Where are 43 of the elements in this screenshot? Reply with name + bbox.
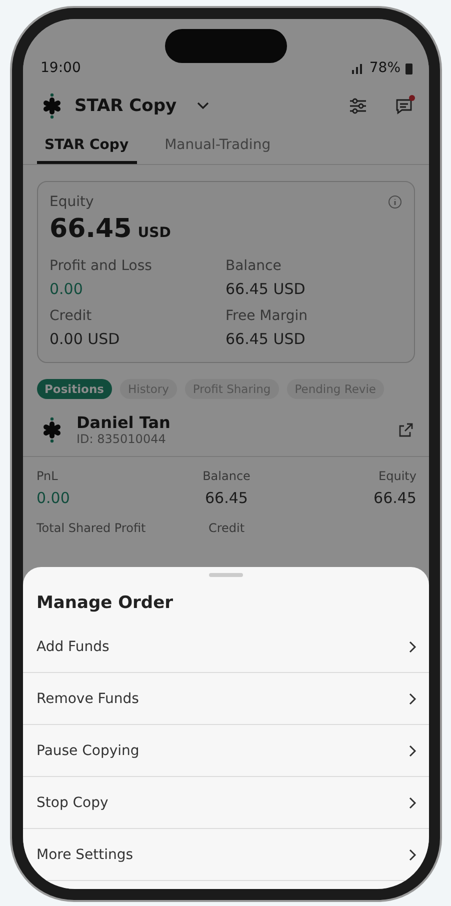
battery-icon xyxy=(404,62,412,74)
stat-label: Total Shared Profit xyxy=(36,521,146,535)
menu-item[interactable]: Remove Funds xyxy=(22,673,428,725)
sheet-handle[interactable] xyxy=(208,573,242,577)
field-value: 0.00 USD xyxy=(50,330,120,348)
chevron-right-icon xyxy=(408,692,416,704)
field-value: 66.45 USD xyxy=(226,330,306,348)
chevron-right-icon xyxy=(408,744,416,756)
chevron-right-icon xyxy=(408,640,416,652)
equity-value: 66.45 xyxy=(50,214,132,244)
stat-label: Equity xyxy=(378,469,416,483)
external-link-icon[interactable] xyxy=(398,422,412,436)
chevron-right-icon xyxy=(408,796,416,808)
menu-item[interactable]: Add Funds xyxy=(22,621,428,673)
field-value: 0.00 xyxy=(50,280,83,298)
battery-percent: 78% xyxy=(369,60,400,76)
tab[interactable]: Manual-Trading xyxy=(156,131,279,164)
field-label: Free Margin xyxy=(226,308,308,324)
stat-label: Credit xyxy=(208,521,245,535)
info-icon[interactable] xyxy=(388,195,402,209)
chevron-down-icon[interactable] xyxy=(196,102,209,110)
field-value: 66.45 USD xyxy=(226,280,306,298)
trader-id: ID: 835010044 xyxy=(76,432,167,446)
stat-value: 66.45 xyxy=(374,489,416,507)
app-title: STAR Copy xyxy=(74,96,177,116)
status-time: 19:00 xyxy=(40,60,81,76)
stat-label: PnL xyxy=(36,469,58,483)
menu-item[interactable]: Stop Copy xyxy=(22,777,428,829)
chevron-right-icon xyxy=(408,848,416,860)
menu-item[interactable]: Pause Copying xyxy=(22,725,428,777)
stat-label: Balance xyxy=(202,469,250,483)
field-label: Balance xyxy=(226,258,282,274)
field-label: Credit xyxy=(50,308,92,324)
stat-value: 0.00 xyxy=(36,489,70,507)
stat-value: 66.45 xyxy=(205,489,248,507)
filter-chip[interactable]: Positions xyxy=(36,379,112,399)
sheet-title: Manage Order xyxy=(36,592,174,615)
trader-name: Daniel Tan xyxy=(76,413,170,432)
tab[interactable]: STAR Copy xyxy=(36,131,137,164)
menu-item[interactable]: More Settings xyxy=(22,829,428,881)
field-label: Profit and Loss xyxy=(50,258,152,274)
equity-label: Equity xyxy=(50,194,94,210)
equity-unit: USD xyxy=(138,225,171,241)
